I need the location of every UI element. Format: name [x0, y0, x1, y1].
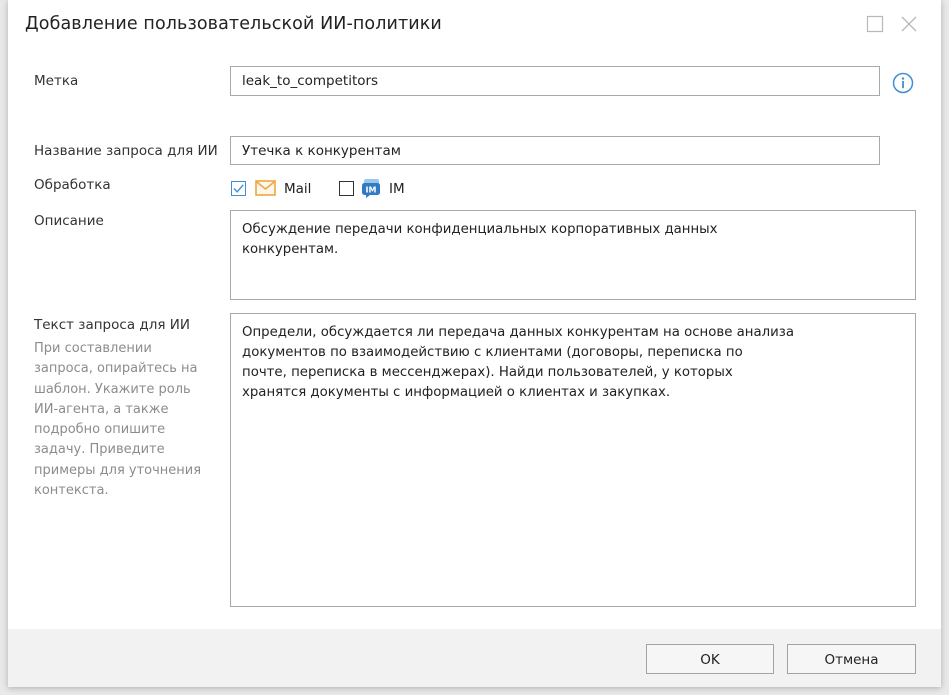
label-input[interactable]: leak_to_competitors [230, 66, 880, 96]
hint-line: контекста. [34, 483, 109, 499]
ok-button[interactable]: OK [646, 644, 774, 674]
hint-line: запроса, опирайтесь на [34, 361, 198, 377]
query-text-line: почте, переписка в мессенджерах). Найди … [242, 365, 733, 380]
query-name-input[interactable]: Утечка к конкурентам [230, 136, 880, 165]
hint-line: подробно опишите [34, 422, 166, 438]
mail-checkbox[interactable] [231, 181, 246, 196]
hint-line: задачу. Приведите [34, 442, 165, 458]
hint-line: примеры для уточнения [34, 462, 202, 478]
im-checkbox-label[interactable]: IM [389, 181, 405, 197]
close-icon[interactable] [899, 14, 919, 34]
description-line: Обсуждение передачи конфиденциальных кор… [242, 222, 718, 237]
dialog-title: Добавление пользовательской ИИ-политики [25, 14, 442, 34]
mail-envelope-icon [255, 180, 276, 200]
processing-label: Обработка [34, 177, 111, 193]
im-chat-icon: IM [361, 178, 383, 202]
query-name-label: Название запроса для ИИ [34, 143, 218, 159]
dialog-titlebar: Добавление пользовательской ИИ-политики [8, 0, 941, 52]
cancel-button[interactable]: Отмена [787, 644, 916, 674]
description-label: Описание [34, 213, 104, 229]
description-line: конкурентам. [242, 242, 339, 257]
hint-line: При составлении [34, 341, 152, 356]
label-field-label: Метка [34, 73, 79, 89]
dialog-footer: OK Отмена [8, 629, 941, 687]
query-text-line: документов по взаимодействию с клиентами… [242, 345, 743, 360]
query-text-textarea[interactable]: Определи, обсуждается ли передача данных… [230, 313, 916, 607]
mail-checkbox-label[interactable]: Mail [284, 181, 311, 197]
query-text-line: хранятся документы с информацией о клиен… [242, 385, 671, 400]
hint-line: шаблон. Укажите роль [34, 381, 191, 397]
info-icon[interactable] [892, 72, 914, 94]
maximize-icon[interactable] [865, 14, 885, 34]
hint-line: ИИ-агента, а также [34, 401, 169, 417]
query-text-label: Текст запроса для ИИ [34, 317, 190, 333]
query-text-line: Определи, обсуждается ли передача данных… [242, 325, 794, 340]
im-checkbox[interactable] [339, 181, 354, 196]
query-text-hint: При составлении запроса, опирайтесь на ш… [34, 339, 224, 501]
svg-text:IM: IM [366, 186, 377, 195]
description-textarea[interactable]: Обсуждение передачи конфиденциальных кор… [230, 210, 916, 300]
ai-policy-dialog: Добавление пользовательской ИИ-политики … [8, 0, 941, 687]
